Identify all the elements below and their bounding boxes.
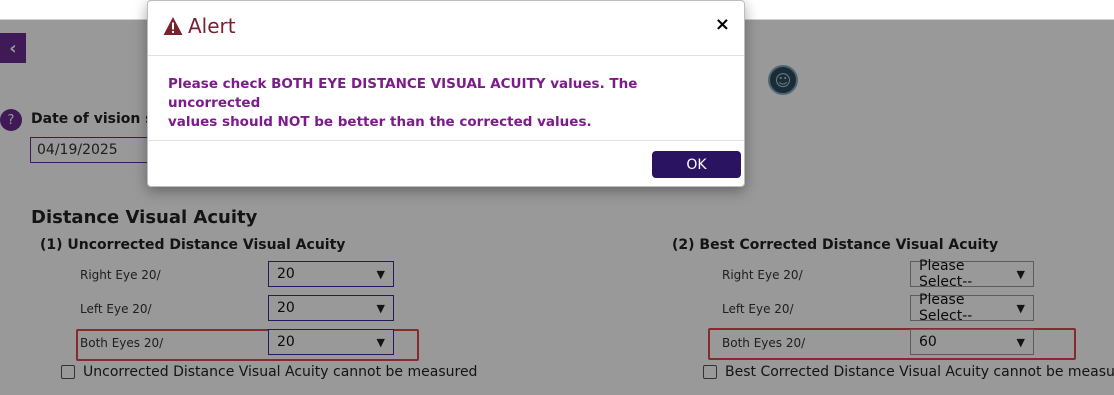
message-line-2: values should NOT be better than the cor… <box>168 114 592 130</box>
dialog-header: Alert × <box>148 1 744 56</box>
ok-button[interactable]: OK <box>652 151 741 178</box>
message-line-1: Please check BOTH EYE DISTANCE VISUAL AC… <box>168 76 638 111</box>
dialog-message: Please check BOTH EYE DISTANCE VISUAL AC… <box>168 75 728 132</box>
dialog-footer: OK <box>148 140 744 188</box>
warning-triangle-icon <box>163 17 183 35</box>
alert-dialog: Alert × Please check BOTH EYE DISTANCE V… <box>147 0 745 187</box>
dialog-title: Alert <box>188 14 236 38</box>
close-icon[interactable]: × <box>715 14 730 35</box>
